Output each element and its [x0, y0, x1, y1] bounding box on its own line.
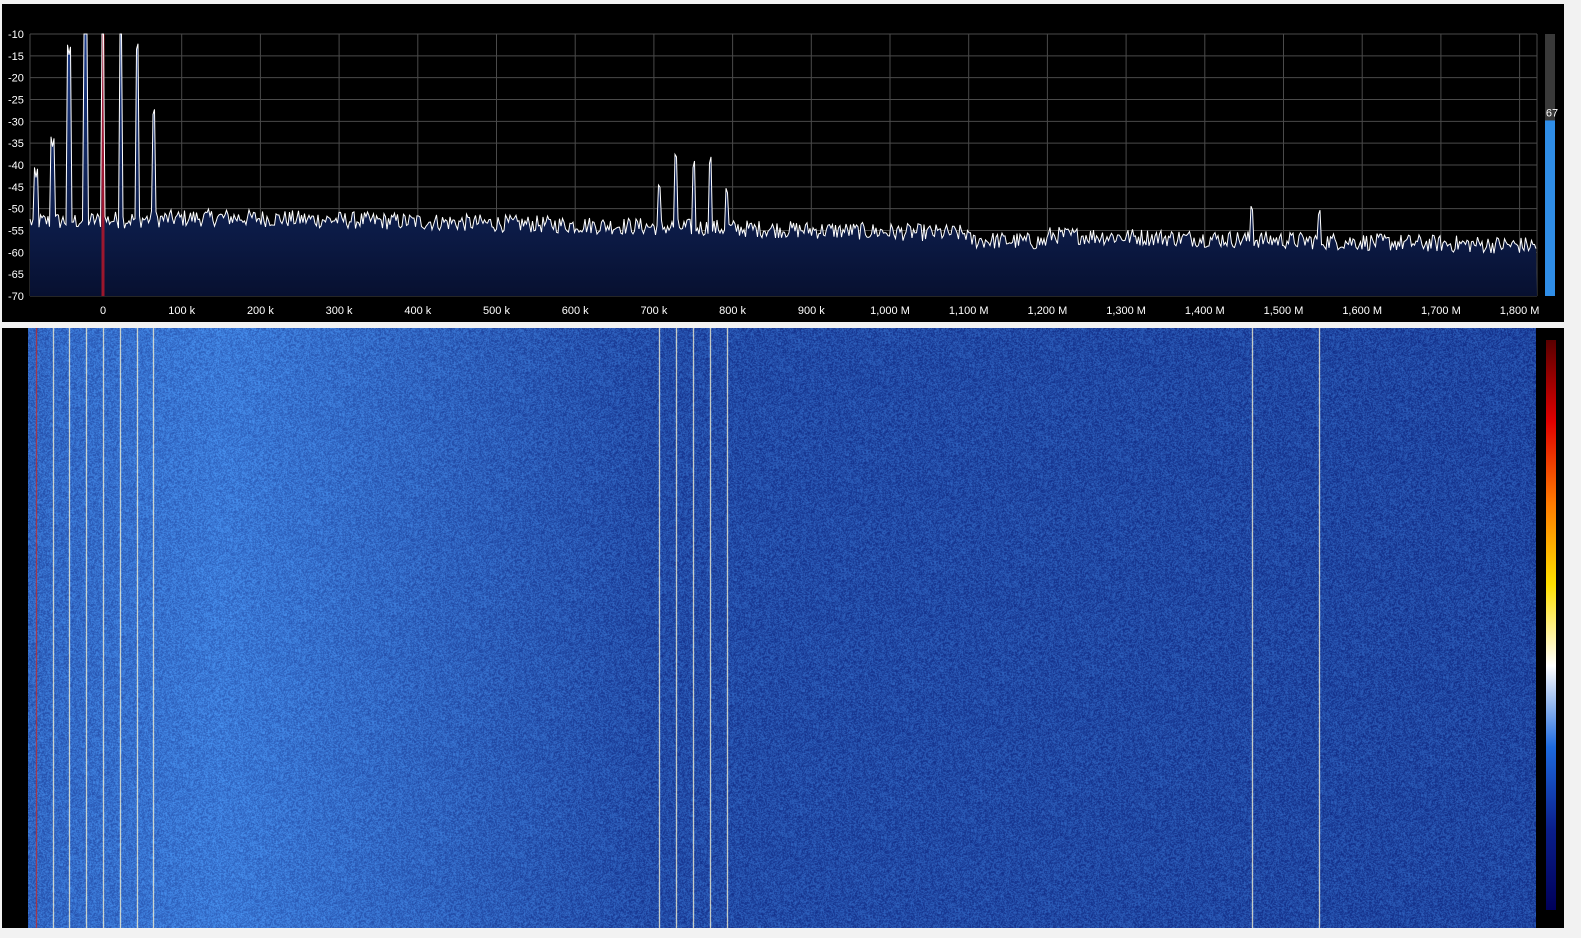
level-bar-fill[interactable] — [1545, 120, 1555, 297]
x-tick-label: 900 k — [798, 305, 825, 317]
x-tick-label: 0 — [100, 305, 106, 317]
y-tick-label: -50 — [8, 204, 24, 216]
waterfall-panel[interactable] — [2, 328, 1564, 928]
y-tick-label: -10 — [8, 29, 24, 41]
x-tick-label: 1,800 M — [1500, 305, 1540, 317]
y-tick-label: -55 — [8, 226, 24, 238]
x-tick-label: 600 k — [562, 305, 589, 317]
level-value: 67 — [1546, 107, 1558, 119]
x-tick-label: 1,300 M — [1106, 305, 1146, 317]
x-tick-label: 100 k — [168, 305, 195, 317]
x-tick-label: 1,400 M — [1185, 305, 1225, 317]
y-tick-label: -65 — [8, 269, 24, 281]
y-tick-label: -15 — [8, 51, 24, 63]
y-tick-label: -45 — [8, 182, 24, 194]
x-tick-label: 1,200 M — [1028, 305, 1068, 317]
x-tick-label: 800 k — [719, 305, 746, 317]
x-tick-label: 300 k — [326, 305, 353, 317]
x-tick-label: 700 k — [640, 305, 667, 317]
y-tick-label: -35 — [8, 138, 24, 150]
spectrum-plot[interactable]: -10-15-20-25-30-35-40-45-50-55-60-65-70 … — [2, 4, 1564, 322]
x-tick-label: 200 k — [247, 305, 274, 317]
y-tick-label: -40 — [8, 160, 24, 172]
x-tick-label: 1,000 M — [870, 305, 910, 317]
x-tick-label: 1,100 M — [949, 305, 989, 317]
x-tick-label: 500 k — [483, 305, 510, 317]
y-tick-label: -25 — [8, 95, 24, 107]
x-tick-label: 400 k — [404, 305, 431, 317]
y-tick-label: -30 — [8, 116, 24, 128]
waterfall-color-scale — [1546, 340, 1556, 910]
waterfall-display[interactable] — [28, 328, 1536, 928]
x-tick-label: 1,700 M — [1421, 305, 1461, 317]
y-tick-label: -70 — [8, 291, 24, 303]
y-tick-label: -20 — [8, 73, 24, 85]
x-tick-label: 1,500 M — [1264, 305, 1304, 317]
x-tick-label: 1,600 M — [1342, 305, 1382, 317]
y-tick-label: -60 — [8, 247, 24, 259]
spectrum-panel[interactable]: -10 -15 -20 -25 -30 -35 -40 -45 -50 -55 -60 -65 -70 … — [2, 4, 1564, 322]
